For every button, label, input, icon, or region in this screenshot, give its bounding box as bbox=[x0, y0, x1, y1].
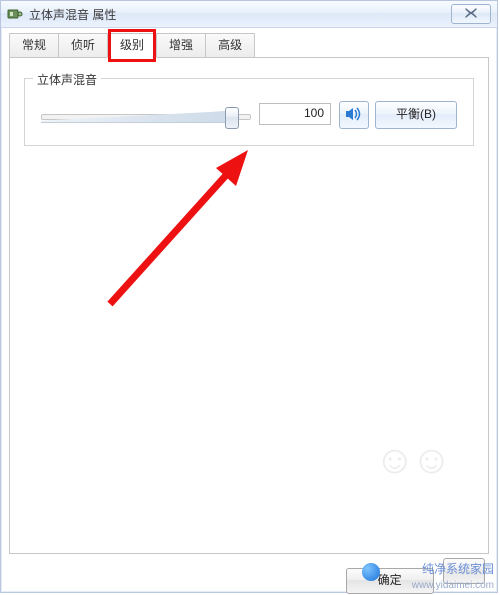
balance-button[interactable]: 平衡(B) bbox=[375, 101, 457, 129]
annotation-arrow bbox=[80, 144, 280, 314]
tab-listen[interactable]: 侦听 bbox=[58, 33, 108, 58]
volume-slider[interactable] bbox=[41, 105, 251, 127]
stereo-mix-group: 立体声混音 100 平衡(B) bbox=[24, 78, 474, 146]
tab-enhance[interactable]: 增强 bbox=[156, 33, 206, 58]
tab-page-levels: 立体声混音 100 平衡(B) ☺☺ bbox=[9, 57, 489, 554]
sound-device-icon bbox=[7, 6, 23, 22]
tab-general[interactable]: 常规 bbox=[9, 33, 59, 58]
slider-thumb[interactable] bbox=[225, 107, 239, 129]
ghost-watermark: ☺☺ bbox=[374, 438, 448, 483]
watermark-logo bbox=[362, 563, 380, 581]
group-title: 立体声混音 bbox=[33, 71, 101, 88]
mute-button[interactable] bbox=[339, 101, 369, 129]
close-button[interactable] bbox=[451, 4, 491, 24]
tab-levels-label: 级别 bbox=[120, 38, 144, 52]
tab-strip: 常规 侦听 级别 增强 高级 bbox=[9, 33, 489, 58]
sound-properties-dialog: 立体声混音 属性 常规 侦听 级别 增强 高级 立体声混音 100 bbox=[0, 0, 498, 593]
speaker-icon bbox=[345, 106, 363, 122]
tab-levels[interactable]: 级别 bbox=[107, 33, 157, 58]
watermark-line2: www.yidaimei.com bbox=[412, 580, 494, 591]
close-icon bbox=[464, 8, 478, 18]
tab-advanced[interactable]: 高级 bbox=[205, 33, 255, 58]
volume-value[interactable]: 100 bbox=[259, 103, 331, 125]
titlebar[interactable]: 立体声混音 属性 bbox=[1, 1, 497, 28]
watermark-line1: 纯净系统家园 bbox=[422, 562, 494, 576]
watermark: 纯净系统家园 www.yidaimei.com bbox=[412, 560, 494, 591]
window-title: 立体声混音 属性 bbox=[29, 6, 116, 23]
